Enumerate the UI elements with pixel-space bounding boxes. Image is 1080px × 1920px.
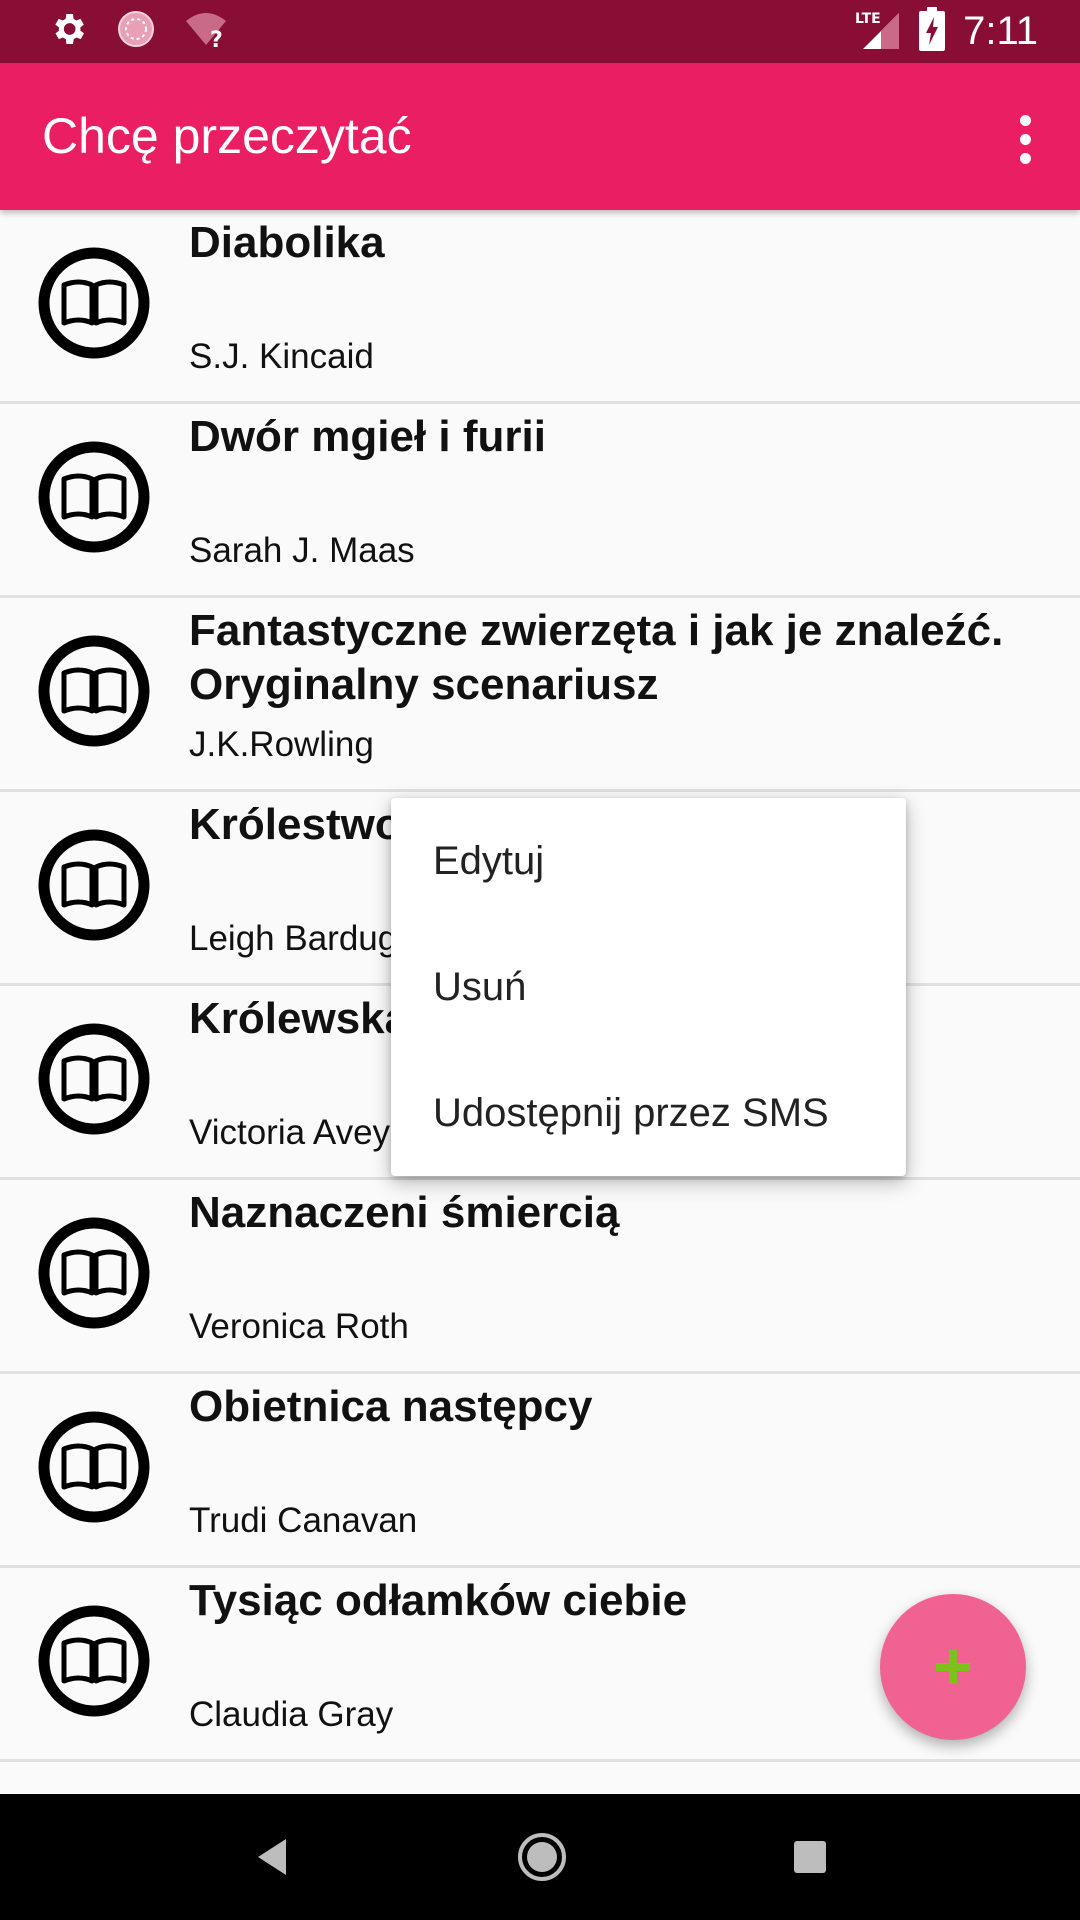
book-icon [38, 1217, 150, 1329]
book-author: Sarah J. Maas [189, 531, 415, 570]
book-icon [38, 1411, 150, 1523]
gear-icon [48, 9, 88, 54]
wifi-unknown-icon: ? [184, 9, 228, 54]
plus-icon [936, 1650, 970, 1684]
book-author: Veronica Roth [189, 1307, 409, 1346]
lte-signal-icon: LTE [855, 7, 901, 56]
book-icon [38, 635, 150, 747]
menu-item-edit[interactable]: Edytuj [391, 798, 906, 924]
list-item[interactable]: Fantastyczne zwierzęta i jak je znaleźć.… [0, 598, 1080, 792]
book-title: Naznaczeni śmiercią [189, 1188, 620, 1237]
book-title: Fantastyczne zwierzęta i jak je znaleźć.… [189, 606, 1004, 709]
list-item[interactable]: Obietnica następcy Trudi Canavan [0, 1374, 1080, 1568]
book-title: Diabolika [189, 218, 385, 267]
back-icon[interactable] [252, 1835, 292, 1879]
book-icon [38, 829, 150, 941]
book-title: Obietnica następcy [189, 1382, 593, 1431]
book-icon [38, 1605, 150, 1717]
book-author: J.K.Rowling [189, 725, 374, 764]
book-author: Leigh Bardug [189, 919, 398, 958]
book-icon [38, 247, 150, 359]
status-bar: ? LTE 7:11 [0, 0, 1080, 63]
book-author: Trudi Canavan [189, 1501, 418, 1540]
book-title: Dwór mgieł i furii [189, 412, 546, 461]
navigation-bar [0, 1794, 1080, 1920]
app-bar: Chcę przeczytać [0, 63, 1080, 210]
recents-icon[interactable] [792, 1839, 828, 1875]
book-icon [38, 1023, 150, 1135]
status-time: 7:11 [963, 9, 1038, 53]
home-icon[interactable] [516, 1831, 568, 1883]
context-menu: Edytuj Usuń Udostępnij przez SMS [391, 798, 906, 1176]
list-item[interactable]: Dwór mgieł i furii Sarah J. Maas [0, 404, 1080, 598]
add-book-button[interactable] [880, 1594, 1026, 1740]
book-icon [38, 441, 150, 553]
book-author: S.J. Kincaid [189, 337, 374, 376]
book-author: Claudia Gray [189, 1695, 394, 1734]
list-item[interactable]: Diabolika S.J. Kincaid [0, 210, 1080, 404]
book-author: Victoria Avey [189, 1113, 391, 1152]
list-item[interactable]: Naznaczeni śmiercią Veronica Roth [0, 1180, 1080, 1374]
more-vert-icon[interactable] [992, 99, 1058, 179]
svg-text:LTE: LTE [855, 11, 881, 27]
menu-item-delete[interactable]: Usuń [391, 924, 906, 1050]
sync-icon [116, 9, 156, 54]
battery-charging-icon [919, 7, 946, 56]
app-title: Chcę przeczytać [42, 108, 412, 164]
svg-text:?: ? [210, 28, 223, 49]
menu-item-share-sms[interactable]: Udostępnij przez SMS [391, 1050, 906, 1176]
